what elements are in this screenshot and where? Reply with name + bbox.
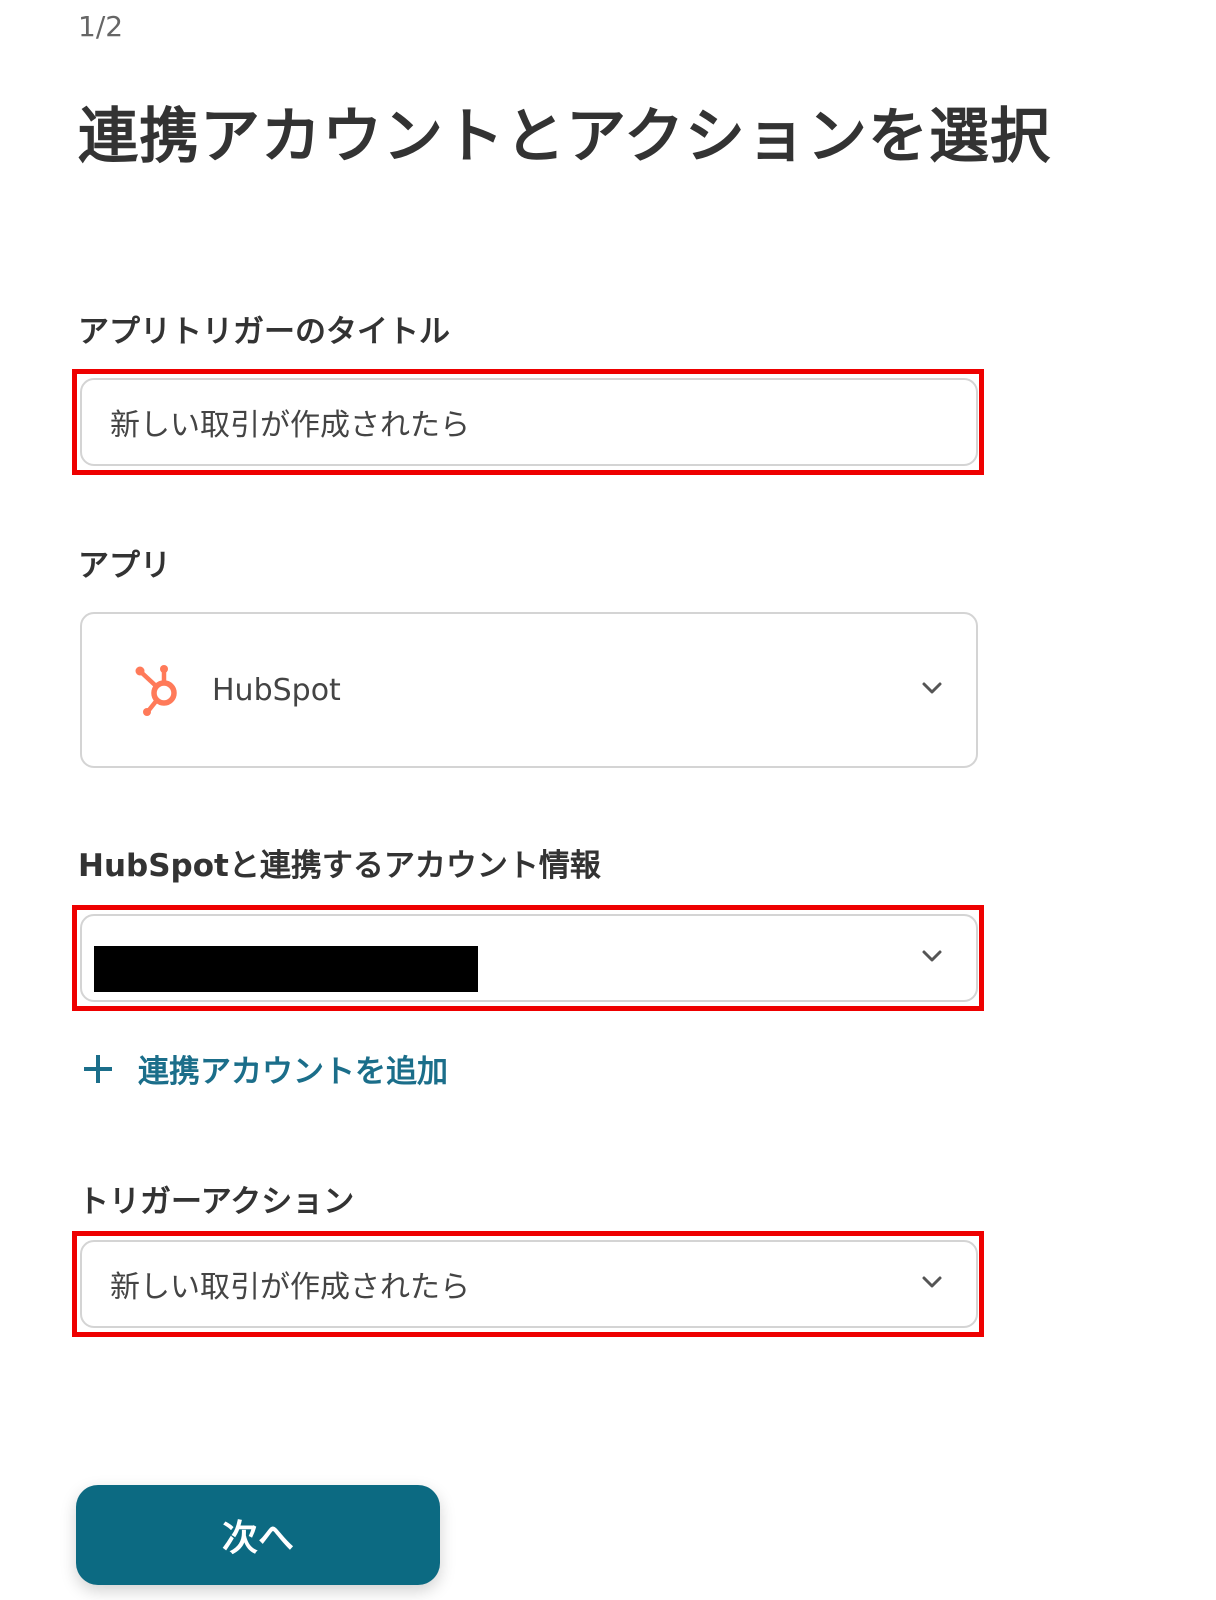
page-title: 連携アカウントとアクションを選択 <box>78 102 1051 172</box>
trigger-title-input[interactable]: 新しい取引が作成されたら <box>80 378 978 466</box>
app-selected-value: HubSpot <box>212 672 341 708</box>
redacted-account-value <box>94 946 478 992</box>
next-button[interactable]: 次へ <box>76 1485 440 1585</box>
trigger-title-value: 新しい取引が作成されたら <box>110 408 470 443</box>
chevron-down-icon <box>922 950 942 962</box>
trigger-action-label: トリガーアクション <box>78 1184 355 1220</box>
trigger-action-value: 新しい取引が作成されたら <box>110 1270 470 1305</box>
chevron-down-icon <box>922 682 942 694</box>
add-account-label: 連携アカウントを追加 <box>138 1054 448 1090</box>
trigger-title-label: アプリトリガーのタイトル <box>78 314 450 350</box>
add-account-link[interactable]: 連携アカウントを追加 <box>80 1046 448 1091</box>
chevron-down-icon <box>922 1276 942 1288</box>
plus-icon <box>84 1054 112 1083</box>
app-label: アプリ <box>78 548 171 584</box>
account-label: HubSpotと連携するアカウント情報 <box>78 848 601 884</box>
hubspot-icon <box>132 662 188 718</box>
app-select[interactable]: HubSpot <box>80 612 978 768</box>
step-indicator: 1/2 <box>78 10 124 43</box>
trigger-action-select[interactable]: 新しい取引が作成されたら <box>80 1240 978 1328</box>
